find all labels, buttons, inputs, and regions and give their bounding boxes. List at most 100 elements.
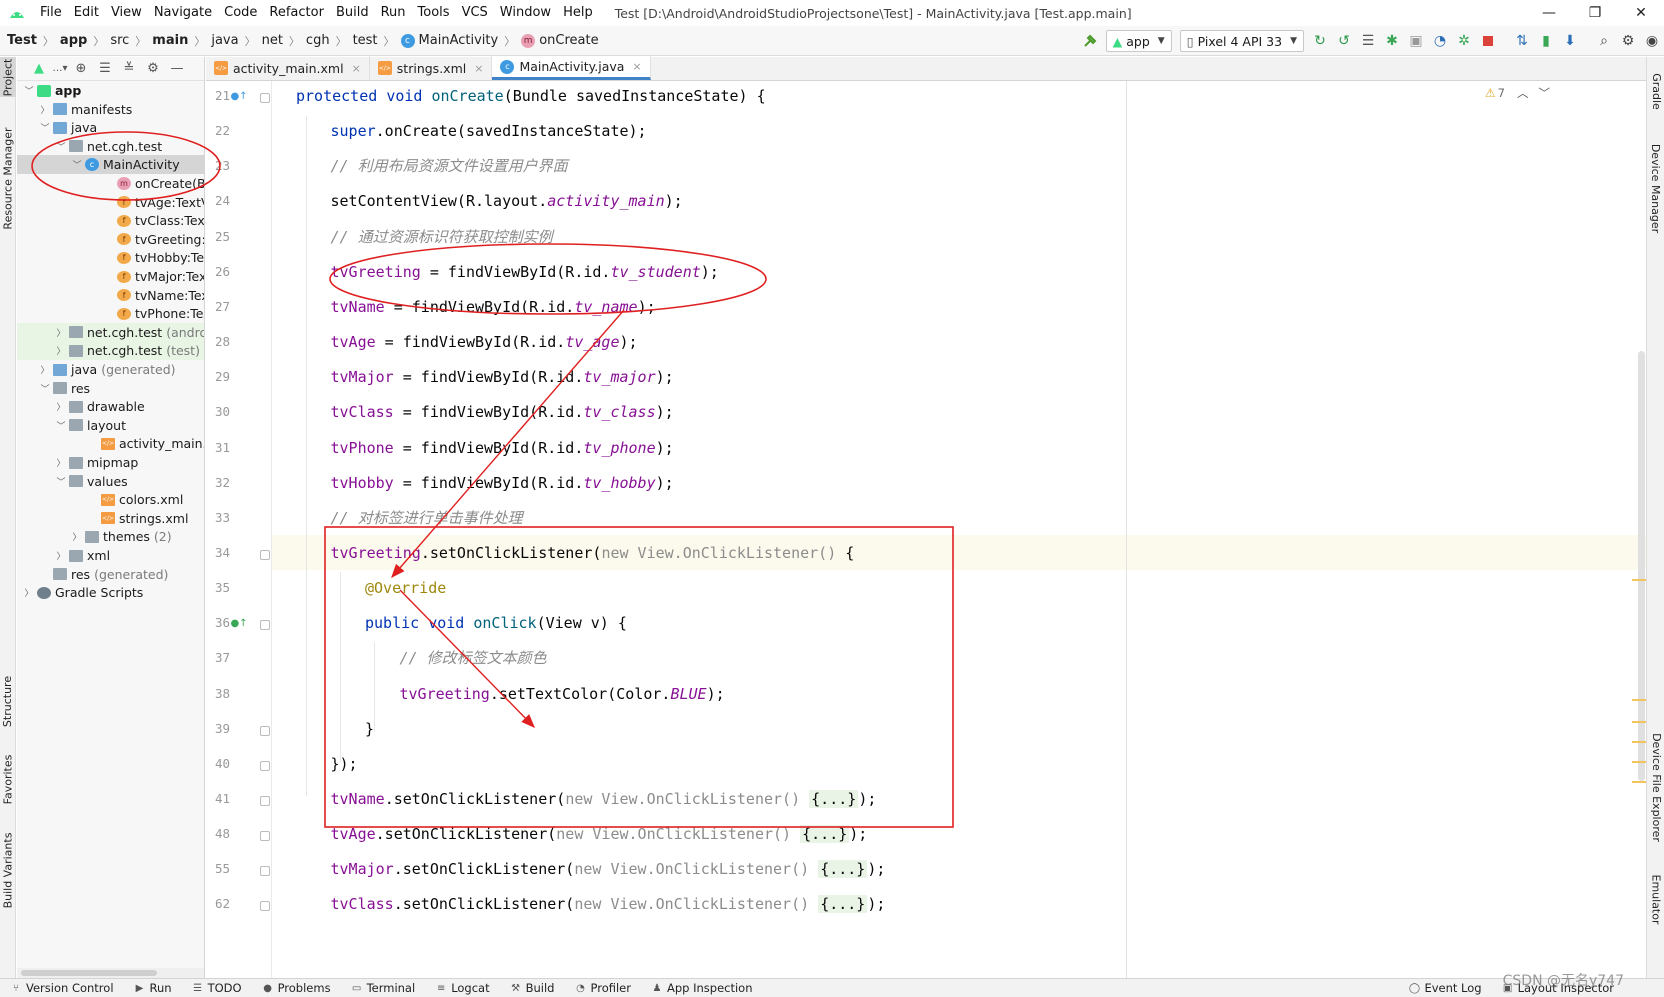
code-line[interactable]: }); bbox=[331, 753, 358, 775]
code-line[interactable]: @Override bbox=[365, 577, 446, 599]
breadcrumb-item[interactable]: m onCreate bbox=[518, 33, 601, 48]
status-tool-terminal[interactable]: ▭ Terminal bbox=[341, 981, 426, 995]
chevron-right-icon[interactable]: 〉 bbox=[55, 326, 67, 339]
overrides-method-icon[interactable]: ●↑ bbox=[230, 89, 247, 103]
close-window-button[interactable]: ✕ bbox=[1618, 0, 1664, 26]
favorites-tool-tab[interactable]: Favorites bbox=[0, 747, 16, 811]
settings-gear-icon[interactable]: ⚙ bbox=[1616, 29, 1640, 53]
chevron-right-icon[interactable]: 〉 bbox=[55, 549, 67, 562]
tree-item[interactable]: f tvAge:TextVie bbox=[17, 193, 204, 212]
code-line[interactable]: tvAge = findViewById(R.id.tv_age); bbox=[331, 331, 638, 353]
code-line[interactable]: tvClass.setOnClickListener(new View.OnCl… bbox=[331, 893, 885, 915]
folded-code-block[interactable]: {...} bbox=[809, 790, 859, 808]
project-tool-tab[interactable]: Project bbox=[0, 57, 16, 97]
chevron-down-icon[interactable]: ﹀ bbox=[23, 84, 35, 97]
search-icon[interactable]: ⌕ bbox=[1592, 29, 1616, 53]
tree-item[interactable]: ﹀ java bbox=[17, 118, 204, 137]
chevron-down-icon[interactable]: ﹀ bbox=[39, 382, 51, 395]
editor-tab[interactable]: </> activity_main.xml × bbox=[206, 56, 370, 80]
chevron-right-icon[interactable]: 〉 bbox=[23, 586, 35, 599]
chevron-right-icon[interactable]: 〉 bbox=[55, 456, 67, 469]
menu-build[interactable]: Build bbox=[330, 0, 375, 26]
apply-code-changes-icon[interactable]: ↺ bbox=[1332, 29, 1356, 53]
code-line[interactable]: // 通过资源标识符获取控制实例 bbox=[331, 226, 553, 248]
close-tab-icon[interactable]: × bbox=[352, 62, 361, 75]
chevron-down-icon[interactable]: ﹀ bbox=[39, 121, 51, 134]
status-tool-todo[interactable]: ☰ TODO bbox=[182, 981, 252, 995]
previous-highlight-icon[interactable]: ︿ bbox=[1517, 85, 1529, 101]
close-tab-icon[interactable]: × bbox=[632, 60, 641, 73]
tree-item[interactable]: 〉 Gradle Scripts bbox=[17, 583, 204, 602]
device-select[interactable]: ▯ Pixel 4 API 33 ▼ bbox=[1179, 30, 1304, 52]
status-tool-profiler[interactable]: ◔ Profiler bbox=[564, 981, 641, 995]
folded-code-block[interactable]: {...} bbox=[800, 825, 850, 844]
tree-item[interactable]: 〉 manifests bbox=[17, 100, 204, 119]
tree-item[interactable]: f tvGreeting:Te bbox=[17, 230, 204, 249]
tree-item[interactable]: ﹀ values bbox=[17, 472, 204, 491]
maximize-button[interactable]: ❐ bbox=[1572, 0, 1618, 26]
status-tool-app-inspection[interactable]: ♟ App Inspection bbox=[641, 981, 763, 995]
android-view-icon[interactable]: ▲ bbox=[27, 61, 51, 76]
status-tool-logcat[interactable]: ≡ Logcat bbox=[425, 981, 499, 995]
breadcrumb-item[interactable]: java bbox=[208, 33, 241, 48]
panel-settings-gear-icon[interactable]: ⚙ bbox=[141, 61, 165, 76]
vertical-scrollbar-thumb[interactable] bbox=[1638, 351, 1645, 781]
menu-help[interactable]: Help bbox=[557, 0, 599, 26]
tree-item[interactable]: ﹀ layout bbox=[17, 416, 204, 435]
tree-item[interactable]: 〉 net.cgh.test (test) bbox=[17, 341, 204, 361]
debug-bug-icon[interactable]: ✱ bbox=[1380, 29, 1404, 53]
chevron-right-icon[interactable]: 〉 bbox=[39, 363, 51, 376]
tree-item[interactable]: 〉 themes (2) bbox=[17, 527, 204, 546]
fold-toggle-icon[interactable] bbox=[260, 866, 270, 877]
menu-vcs[interactable]: VCS bbox=[456, 0, 494, 26]
code-editor[interactable]: 21 ●↑ 22 23 24 25 26 27 28 29 30 31 32 33 34 35 36 ●↑ 37 38… bbox=[206, 81, 1646, 978]
breadcrumb-item[interactable]: test bbox=[350, 33, 381, 48]
collapse-all-icon[interactable]: ≚ bbox=[117, 61, 141, 76]
code-line[interactable]: tvClass = findViewById(R.id.tv_class); bbox=[331, 401, 674, 423]
menu-view[interactable]: View bbox=[105, 0, 148, 26]
breadcrumb-item[interactable]: c MainActivity bbox=[398, 33, 502, 48]
tree-item[interactable]: res (generated) bbox=[17, 565, 204, 584]
tree-item[interactable]: f tvClass:TextVi bbox=[17, 211, 204, 230]
chevron-down-icon[interactable]: ﹀ bbox=[71, 158, 83, 171]
tree-item[interactable]: 〉 drawable bbox=[17, 397, 204, 416]
expand-all-icon[interactable]: ☰ bbox=[93, 61, 117, 76]
code-line[interactable]: protected void onCreate(Bundle savedInst… bbox=[296, 85, 766, 107]
attach-debugger-icon[interactable]: ▣ bbox=[1404, 29, 1428, 53]
code-line[interactable]: tvMajor = findViewById(R.id.tv_major); bbox=[331, 366, 674, 388]
menu-refactor[interactable]: Refactor bbox=[263, 0, 330, 26]
sdk-manager-icon[interactable]: ⬇ bbox=[1558, 29, 1582, 53]
status-tool-problems[interactable]: ● Problems bbox=[252, 981, 341, 995]
tree-item[interactable]: ﹀ net.cgh.test bbox=[17, 137, 204, 156]
code-line[interactable]: // 对标签进行单击事件处理 bbox=[331, 507, 523, 529]
profiler-icon[interactable]: ◔ bbox=[1428, 29, 1452, 53]
next-highlight-icon[interactable]: ﹀ bbox=[1539, 85, 1551, 101]
tree-item[interactable]: ﹀ c MainActivity bbox=[17, 155, 204, 175]
menu-code[interactable]: Code bbox=[218, 0, 263, 26]
code-line[interactable]: tvPhone = findViewById(R.id.tv_phone); bbox=[331, 437, 674, 459]
user-icon[interactable]: ◉ bbox=[1640, 29, 1664, 53]
chevron-right-icon[interactable]: 〉 bbox=[55, 344, 67, 357]
status-tool-build[interactable]: ⚒ Build bbox=[500, 981, 565, 995]
status-tool-version-control[interactable]: ⑂ Version Control bbox=[0, 981, 124, 995]
menu-window[interactable]: Window bbox=[494, 0, 557, 26]
tree-item[interactable]: ﹀ res bbox=[17, 379, 204, 398]
tree-item[interactable]: 〉 java (generated) bbox=[17, 360, 204, 379]
folded-code-block[interactable]: {...} bbox=[818, 860, 868, 879]
list-icon[interactable]: ☰ bbox=[1356, 29, 1380, 53]
breadcrumb-item[interactable]: Test bbox=[4, 33, 40, 48]
gradle-tool-tab[interactable]: Gradle bbox=[1647, 63, 1664, 119]
code-line[interactable]: tvMajor.setOnClickListener(new View.OnCl… bbox=[331, 858, 885, 880]
tree-item[interactable]: 〉 mipmap bbox=[17, 453, 204, 472]
fold-toggle-icon[interactable] bbox=[260, 549, 270, 560]
device-manager-tool-tab[interactable]: Device Manager bbox=[1647, 133, 1664, 243]
code-line[interactable]: tvGreeting.setOnClickListener(new View.O… bbox=[331, 542, 855, 564]
tree-item[interactable]: f tvPhone:TextV bbox=[17, 304, 204, 323]
minimize-button[interactable]: — bbox=[1526, 0, 1572, 26]
close-tab-icon[interactable]: × bbox=[474, 62, 483, 75]
fold-toggle-icon[interactable] bbox=[260, 901, 270, 912]
fold-toggle-icon[interactable] bbox=[260, 725, 270, 736]
implements-method-icon[interactable]: ●↑ bbox=[230, 616, 247, 630]
breadcrumb-item[interactable]: app bbox=[57, 33, 90, 48]
code-line[interactable]: tvName.setOnClickListener(new View.OnCli… bbox=[331, 788, 876, 810]
